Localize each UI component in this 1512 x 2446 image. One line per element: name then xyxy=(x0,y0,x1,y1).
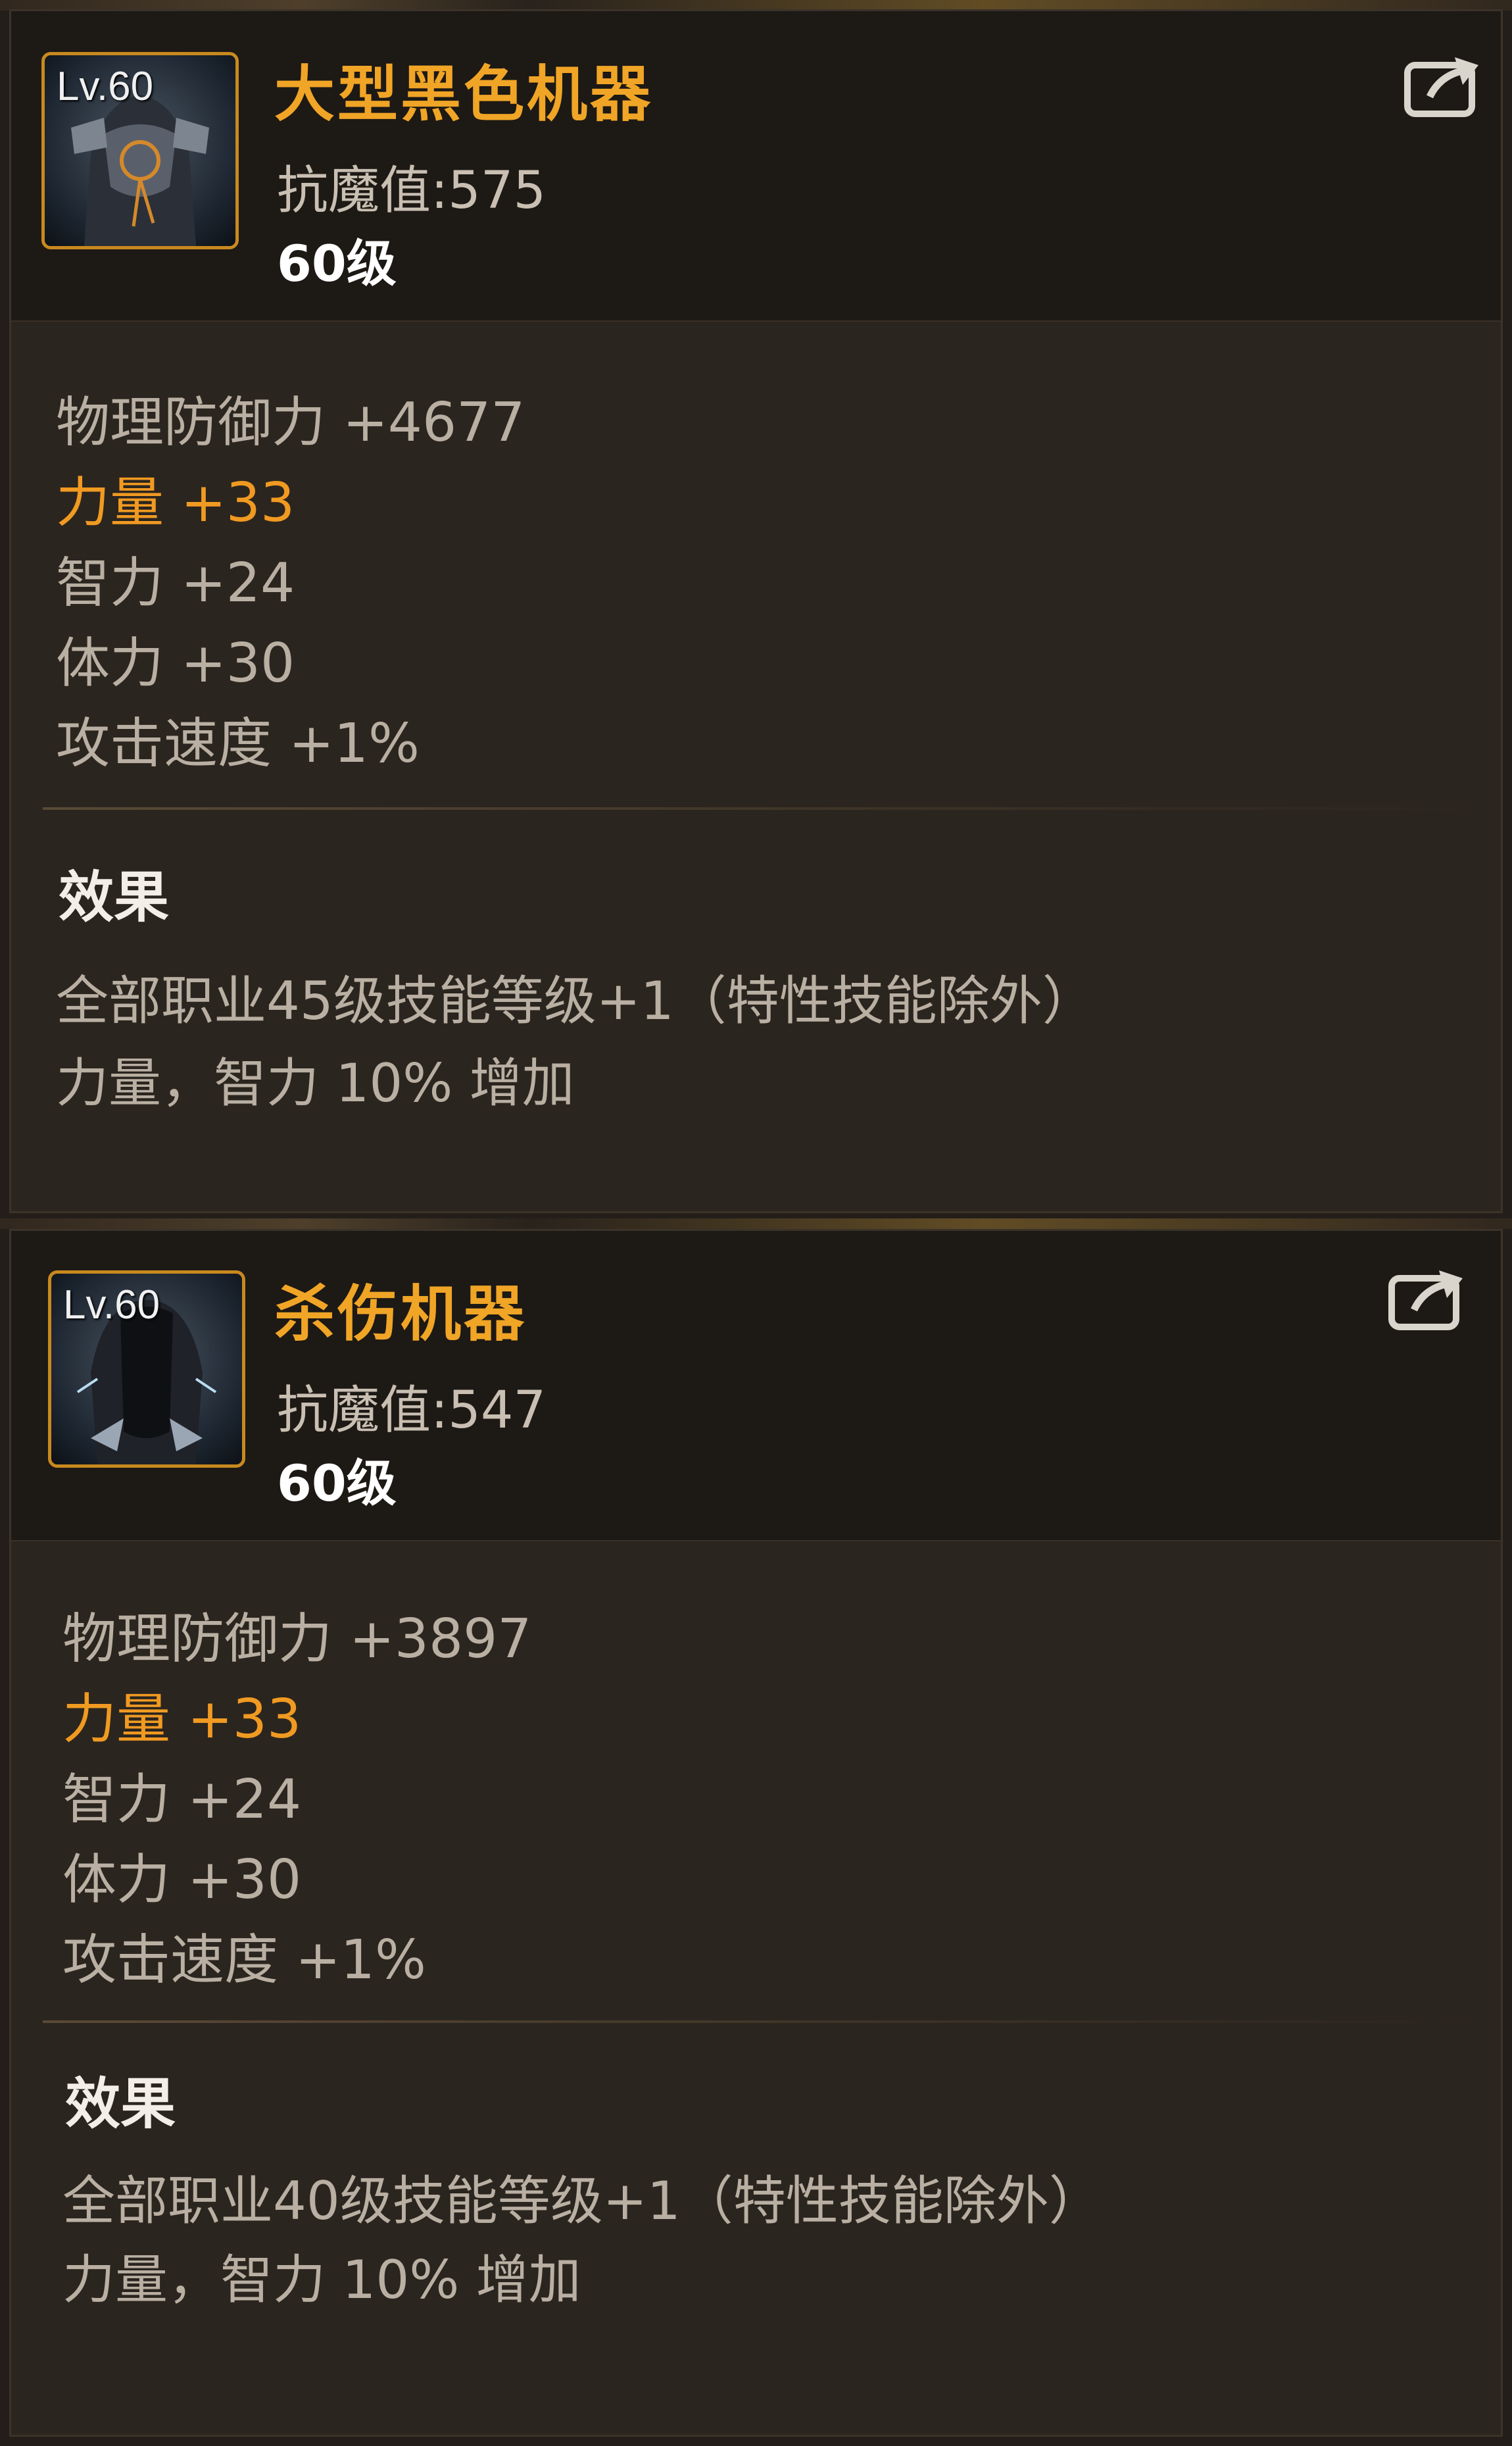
stat-strength: 力量 +33 xyxy=(56,472,295,534)
stat-intelligence: 智力 +24 xyxy=(62,1768,302,1831)
level-badge: Lv.60 xyxy=(63,1282,160,1328)
item-card-killing-machine: Lv.60 杀伤机器 抗魔值:547 60级 物理防御力 +3897 力量 +3… xyxy=(9,1229,1503,2437)
black-machine-armor-icon: Lv.60 xyxy=(41,52,239,249)
share-export-icon[interactable] xyxy=(1403,51,1484,120)
item-name: 大型黑色机器 xyxy=(274,59,654,130)
item-card-header: Lv.60 杀伤机器 抗魔值:547 60级 xyxy=(11,1231,1501,1541)
stat-physical-defense: 物理防御力 +3897 xyxy=(62,1608,532,1670)
effect-title: 效果 xyxy=(59,865,170,930)
background-strip xyxy=(0,1218,1512,1229)
item-tooltip-page: Lv.60 大型黑色机器 抗魔值:575 60级 物理防御力 +4677 力量 … xyxy=(0,0,1512,2446)
effect-line-1: 全部职业40级技能等级+1（特性技能除外） xyxy=(62,2170,1102,2232)
magic-resist-value: 抗魔值:547 xyxy=(277,1381,547,1440)
killing-machine-armor-icon: Lv.60 xyxy=(48,1270,245,1468)
item-level: 60级 xyxy=(277,234,397,293)
stat-physical-defense: 物理防御力 +4677 xyxy=(56,391,525,454)
item-stats: 物理防御力 +3897 力量 +33 智力 +24 体力 +30 攻击速度 +1… xyxy=(62,1599,531,2001)
magic-resist-value: 抗魔值:575 xyxy=(277,161,547,220)
effect-line-2: 力量，智力 10% 增加 xyxy=(56,1053,575,1114)
share-export-icon[interactable] xyxy=(1388,1264,1468,1334)
stat-intelligence: 智力 +24 xyxy=(56,552,295,614)
section-divider xyxy=(43,2020,1476,2023)
stat-vitality: 体力 +30 xyxy=(62,1849,302,1911)
item-stats: 物理防御力 +4677 力量 +33 智力 +24 体力 +30 攻击速度 +1… xyxy=(56,383,525,784)
effect-title: 效果 xyxy=(65,2072,176,2136)
stat-attack-speed: 攻击速度 +1% xyxy=(56,712,420,775)
item-card-large-black-machine: Lv.60 大型黑色机器 抗魔值:575 60级 物理防御力 +4677 力量 … xyxy=(9,9,1503,1213)
effect-line-1: 全部职业45级技能等级+1（特性技能除外） xyxy=(56,970,1095,1032)
stat-attack-speed: 攻击速度 +1% xyxy=(62,1929,426,1991)
item-name: 杀伤机器 xyxy=(274,1279,527,1349)
stat-strength: 力量 +33 xyxy=(62,1688,302,1751)
item-level: 60级 xyxy=(277,1454,397,1512)
effect-line-2: 力量，智力 10% 增加 xyxy=(62,2249,581,2310)
item-card-header: Lv.60 大型黑色机器 抗魔值:575 60级 xyxy=(11,11,1501,322)
section-divider xyxy=(43,807,1476,810)
level-badge: Lv.60 xyxy=(57,64,154,109)
stat-vitality: 体力 +30 xyxy=(56,632,295,695)
